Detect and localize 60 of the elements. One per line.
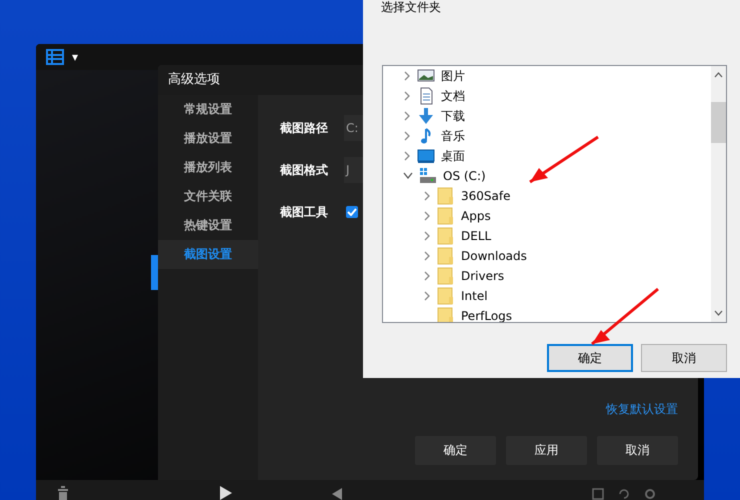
folder-icon: [437, 307, 455, 322]
expand-chevron-icon[interactable]: [403, 91, 411, 101]
scroll-down-icon[interactable]: [714, 310, 723, 316]
collapse-chevron-icon[interactable]: [403, 172, 413, 180]
restore-defaults-link[interactable]: 恢复默认设置: [606, 401, 678, 418]
expand-chevron-icon[interactable]: [403, 131, 411, 141]
tree-item[interactable]: Downloads: [461, 249, 527, 263]
checkbox[interactable]: [346, 206, 358, 218]
folder-icon: [437, 267, 455, 285]
monitor-icon: [417, 147, 435, 165]
dialog-button[interactable]: 应用: [506, 436, 587, 465]
tree-item[interactable]: Drivers: [461, 269, 504, 283]
dialog-button[interactable]: 取消: [597, 436, 678, 465]
tree-item[interactable]: Apps: [461, 209, 491, 223]
setting-label: 截图工具: [280, 204, 329, 220]
tree-item[interactable]: DELL: [461, 229, 492, 243]
setting-label: 截图格式: [280, 162, 329, 178]
screen-icon[interactable]: [592, 488, 604, 500]
sidebar-item[interactable]: 文件关联: [158, 182, 258, 211]
expand-chevron-icon[interactable]: [423, 251, 431, 261]
sidebar-item[interactable]: 截图设置: [158, 240, 258, 269]
folder-icon: [437, 187, 455, 205]
expand-chevron-icon[interactable]: [423, 191, 431, 201]
down-arrow-icon: [417, 107, 435, 125]
sidebar-item[interactable]: 常规设置: [158, 95, 258, 124]
setting-label: 截图路径: [280, 120, 329, 136]
previous-icon[interactable]: [332, 488, 342, 500]
dialog-button[interactable]: 确定: [547, 344, 633, 372]
expand-chevron-icon[interactable]: [423, 271, 431, 281]
trash-icon[interactable]: [56, 486, 70, 500]
scroll-up-icon[interactable]: [714, 72, 723, 78]
tree-item[interactable]: OS (C:): [443, 169, 486, 183]
tree-item[interactable]: 360Safe: [461, 189, 510, 203]
folder-icon: [437, 227, 455, 245]
sidebar-item[interactable]: 播放设置: [158, 124, 258, 153]
folder-icon: [437, 247, 455, 265]
expand-chevron-icon[interactable]: [403, 71, 411, 81]
play-icon[interactable]: [220, 486, 232, 500]
scroll-thumb[interactable]: [711, 102, 726, 143]
expand-chevron-icon[interactable]: [403, 151, 411, 161]
sidebar-item[interactable]: 热键设置: [158, 211, 258, 240]
expand-chevron-icon[interactable]: [403, 111, 411, 121]
dialog-button[interactable]: 取消: [641, 344, 727, 372]
scrollbar[interactable]: [711, 66, 726, 322]
dialog-title: 选择文件夹: [380, 0, 442, 15]
menu-caret[interactable]: ▾: [72, 50, 78, 64]
tree-item[interactable]: Intel: [461, 289, 488, 303]
film-icon[interactable]: [46, 49, 64, 65]
tree-item[interactable]: 图片: [441, 68, 465, 84]
tree-item[interactable]: 音乐: [441, 128, 465, 144]
drive-icon: [419, 167, 437, 185]
folder-icon: [437, 207, 455, 225]
expand-chevron-icon[interactable]: [423, 231, 431, 241]
tree-item[interactable]: 桌面: [441, 148, 465, 164]
expand-chevron-icon[interactable]: [423, 211, 431, 221]
dialog-button[interactable]: 确定: [415, 436, 496, 465]
sidebar-item[interactable]: 播放列表: [158, 153, 258, 182]
tree-item[interactable]: 下载: [441, 108, 465, 124]
expand-chevron-icon[interactable]: [423, 291, 431, 301]
folder-icon: [437, 287, 455, 305]
